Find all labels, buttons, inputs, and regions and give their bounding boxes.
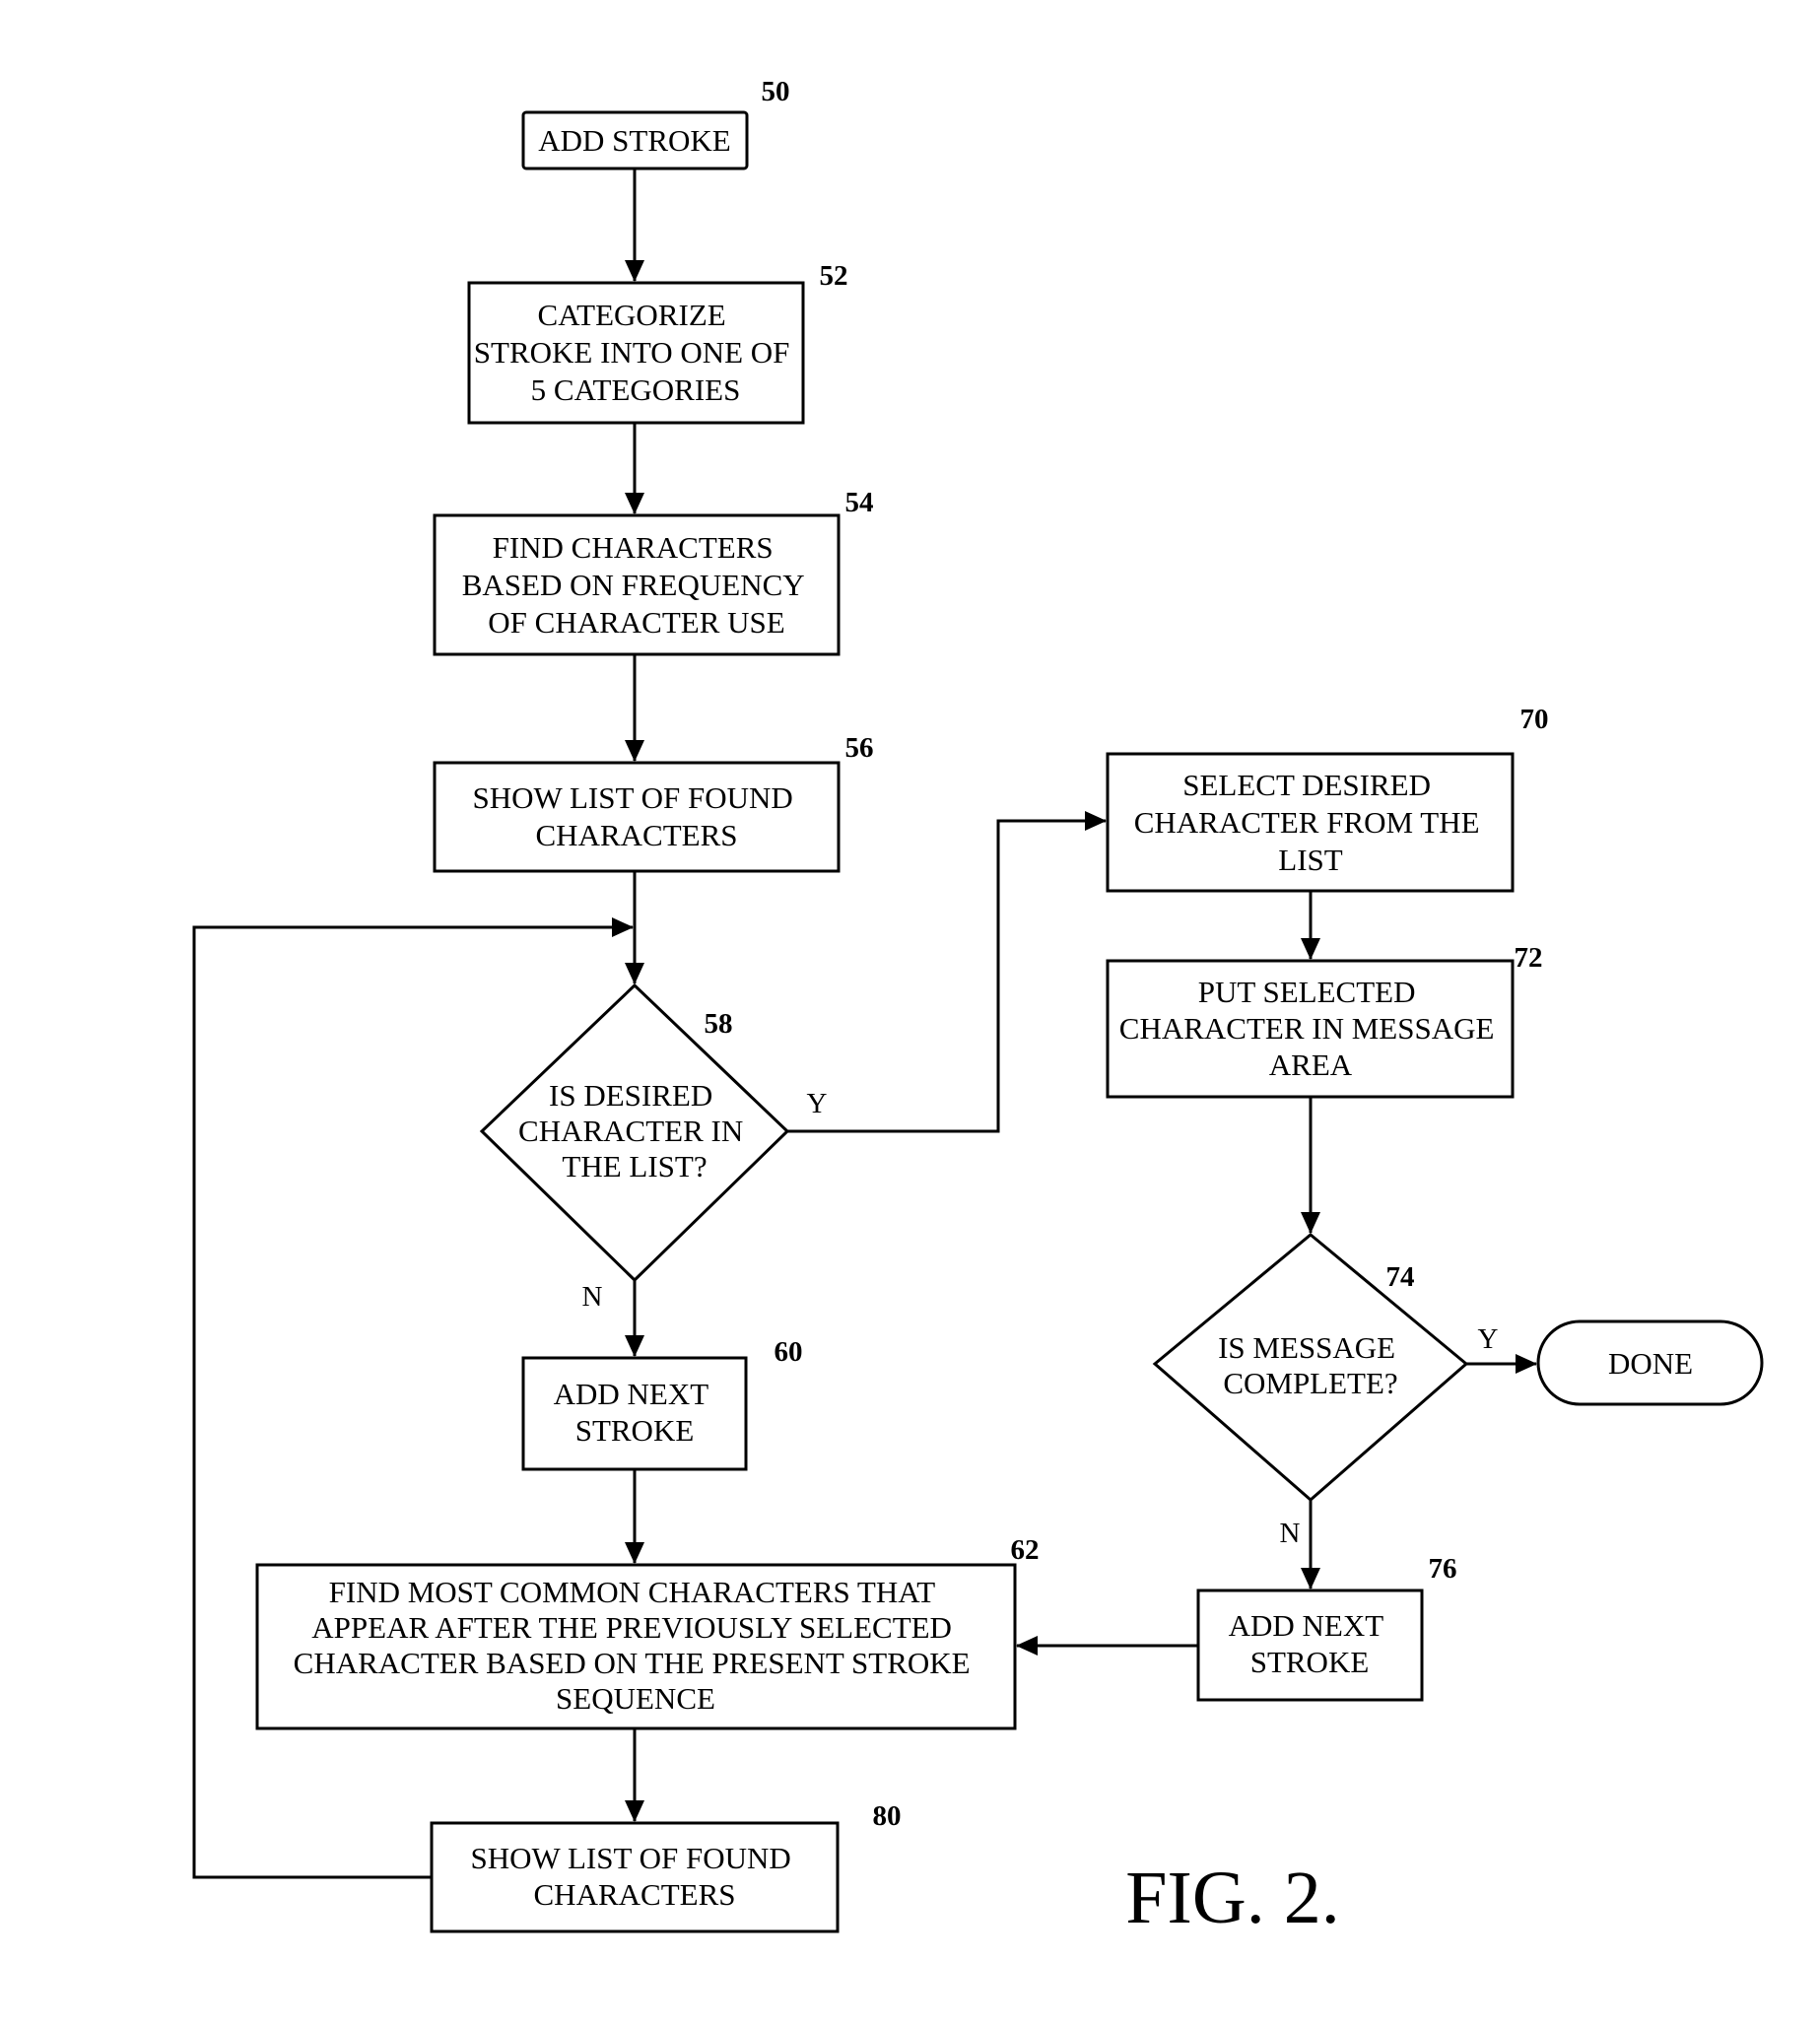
svg-text:IS MESSAGE COMPLETE?: IS MESSAGE COMPLETE? [1218,1330,1403,1400]
node-done: DONE [1536,1319,1764,1406]
node-text-line: CHARACTERS [536,818,738,852]
label-74-yes: Y [1478,1323,1499,1355]
node-text-line: FIND CHARACTERS [493,530,774,565]
node-text-line: SEQUENCE [556,1681,715,1716]
node-text-line: CATEGORIZE [538,298,726,332]
node-text-line: STROKE INTO ONE OF [474,335,790,370]
flowchart: ADD STROKE CATEGORIZE STROKE INTO ONE OF… [192,76,1764,1939]
node-text-line: 5 CATEGORIES [531,372,741,407]
node-text-line: PUT SELECTED [1198,975,1416,1009]
node-text-line: CHARACTERS [534,1877,736,1912]
node-58: IS DESIRED CHARACTER IN THE LIST? [479,982,790,1283]
node-text-line: FIND MOST COMMON CHARACTERS THAT [329,1575,936,1609]
node-text-line: APPEAR AFTER THE PREVIOUSLY SELECTED [311,1610,952,1645]
node-text-line: CHARACTER FROM THE [1134,805,1480,840]
node-56: SHOW LIST OF FOUND CHARACTERS [433,761,841,873]
node-text-line: IS MESSAGE [1218,1330,1395,1365]
node-70: SELECT DESIRED CHARACTER FROM THE LIST [1106,752,1515,893]
node-text-line: AREA [1269,1048,1353,1082]
figure-label: FIG. 2. [1125,1857,1339,1939]
ref-76: 76 [1429,1553,1457,1585]
ref-58: 58 [705,1008,733,1040]
node-text-line: IS DESIRED [549,1078,712,1113]
node-text-line: STROKE [575,1413,695,1448]
ref-54: 54 [845,487,874,518]
node-74: IS MESSAGE COMPLETE? [1152,1233,1469,1502]
label-74-no: N [1280,1518,1301,1549]
ref-62: 62 [1011,1534,1040,1566]
svg-text:FIND CHARACTERS BASED ON: FIND CHARACTERS BASED ON FREQUENCY OF CH… [462,530,812,640]
node-62: FIND MOST COMMON CHARACTERS THAT APPEAR … [255,1563,1017,1730]
node-text-line: COMPLETE? [1223,1366,1397,1400]
ref-72: 72 [1515,942,1543,974]
svg-text:ADD STROKE: ADD STROKE [538,123,730,158]
label-58-yes: Y [807,1088,828,1119]
ref-70: 70 [1520,704,1549,735]
node-54: FIND CHARACTERS BASED ON FREQUENCY OF CH… [433,513,841,656]
ref-50: 50 [762,76,790,107]
node-text-line: DONE [1608,1346,1693,1381]
node-text-line: LIST [1278,843,1343,877]
node-text-line: ADD NEXT [1229,1608,1384,1643]
svg-text:DONE: DONE [1608,1346,1693,1381]
process-box [433,761,841,873]
node-50: ADD STROKE [521,110,749,170]
node-text-line: BASED ON FREQUENCY [462,568,805,602]
node-text-line: CHARACTER IN MESSAGE [1119,1011,1495,1046]
node-60: ADD NEXT STROKE [521,1356,748,1471]
node-text-line: SHOW LIST OF FOUND [472,780,792,815]
node-52: CATEGORIZE STROKE INTO ONE OF 5 CATEGORI… [467,281,805,425]
label-58-no: N [582,1281,603,1313]
node-text-line: ADD NEXT [554,1377,709,1411]
node-text-line: CHARACTER BASED ON THE PRESENT STROKE [294,1646,971,1680]
node-80: SHOW LIST OF FOUND CHARACTERS [430,1821,840,1933]
node-text-line: CHARACTER IN [518,1114,743,1148]
ref-56: 56 [845,732,874,764]
node-text-line: ADD STROKE [538,123,730,158]
node-text-line: STROKE [1250,1645,1370,1679]
ref-74: 74 [1386,1261,1415,1293]
ref-52: 52 [820,260,848,292]
node-72: PUT SELECTED CHARACTER IN MESSAGE AREA [1106,959,1515,1099]
node-text-line: SHOW LIST OF FOUND [470,1841,790,1875]
node-76: ADD NEXT STROKE [1196,1589,1424,1702]
ref-80: 80 [873,1800,902,1832]
node-text-line: SELECT DESIRED [1182,768,1431,802]
node-text-line: OF CHARACTER USE [488,605,784,640]
node-text-line: THE LIST? [562,1149,707,1183]
ref-60: 60 [775,1336,803,1368]
